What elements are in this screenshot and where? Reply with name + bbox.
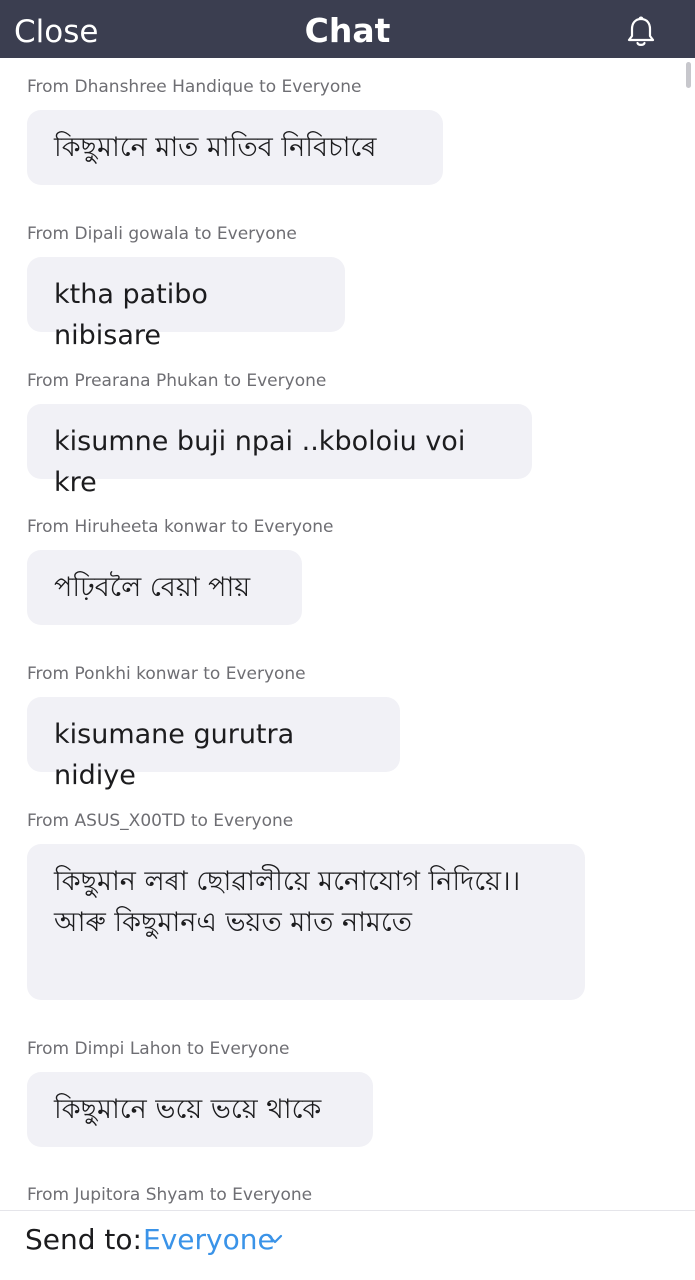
message-bubble[interactable]: পঢ়িবলৈ বেয়া পায়	[27, 550, 302, 625]
bell-icon[interactable]	[623, 14, 659, 50]
message-sender: From Dimpi Lahon to Everyone	[27, 1039, 290, 1059]
message-sender: From Dhanshree Handique to Everyone	[27, 77, 362, 97]
recipient-dropdown[interactable]: Everyone	[143, 1220, 275, 1260]
scrollbar[interactable]	[686, 62, 691, 88]
message-bubble[interactable]: কিছুমান লৰা ছোৱালীয়ে মনোযোগ নিদিয়ে।। আ…	[27, 844, 585, 1000]
page-title: Chat	[304, 11, 391, 50]
message-bubble[interactable]: kisumane gurutra nidiye	[27, 697, 400, 791]
message-sender: From Hiruheeta konwar to Everyone	[27, 517, 334, 537]
send-to-bar: Send to: Everyone	[0, 1210, 695, 1280]
message-sender: From Jupitora Shyam to Everyone	[27, 1185, 313, 1205]
message-sender: From Ponkhi konwar to Everyone	[27, 664, 306, 684]
send-to-label: Send to:	[25, 1223, 142, 1256]
chevron-down-icon[interactable]	[265, 1231, 285, 1247]
message-sender: From ASUS_X00TD to Everyone	[27, 811, 294, 831]
message-bubble[interactable]: কিছুমানে ভয়ে ভয়ে থাকে	[27, 1072, 373, 1147]
message-bubble[interactable]: কিছুমানে মাত মাতিব নিবিচাৰে	[27, 110, 443, 185]
message-bubble[interactable]: ktha patibo nibisare	[27, 257, 345, 351]
chat-message-list[interactable]: From Dhanshree Handique to Everyone কিছু…	[0, 58, 695, 1210]
message-bubble[interactable]: kisumne buji npai ..kboloiu voi kre	[27, 404, 532, 498]
message-sender: From Dipali gowala to Everyone	[27, 224, 297, 244]
chat-header: Close Chat	[0, 0, 695, 58]
message-sender: From Prearana Phukan to Everyone	[27, 371, 327, 391]
